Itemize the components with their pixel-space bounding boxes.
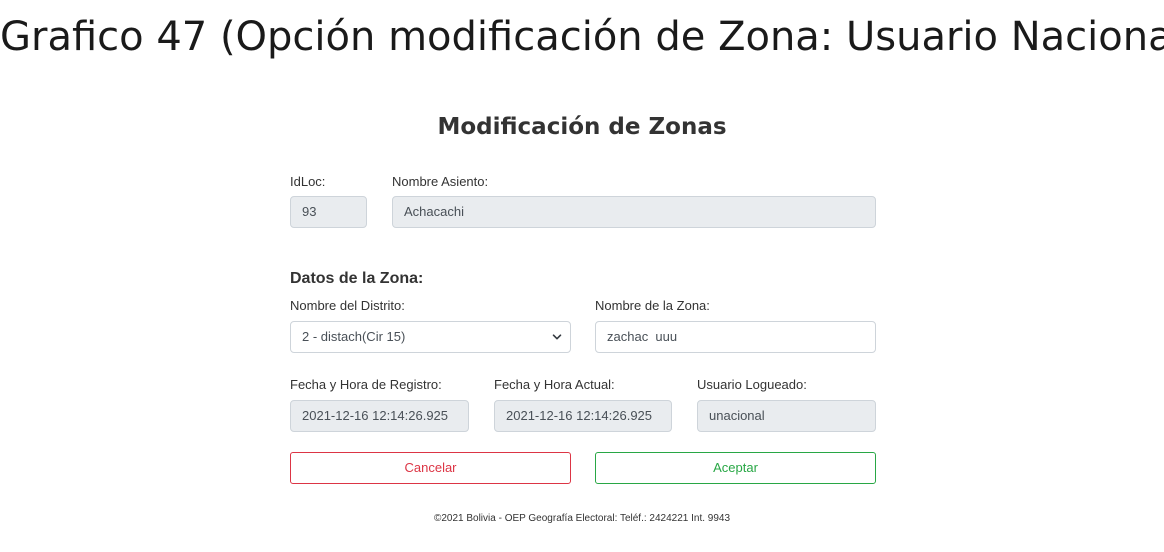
nombre-asiento-label: Nombre Asiento: bbox=[392, 174, 489, 189]
fecha-registro-field: 2021-12-16 12:14:26.925 bbox=[290, 400, 469, 432]
distrito-label: Nombre del Distrito: bbox=[290, 298, 405, 313]
cancel-button[interactable]: Cancelar bbox=[290, 452, 571, 484]
section-title-datos-zona: Datos de la Zona: bbox=[290, 270, 424, 287]
chevron-down-icon bbox=[552, 334, 562, 340]
usuario-field: unacional bbox=[697, 400, 876, 432]
idloc-label: IdLoc: bbox=[290, 174, 326, 189]
distrito-select[interactable]: 2 - distach(Cir 15) bbox=[290, 321, 571, 353]
nombre-asiento-field: Achacachi bbox=[392, 196, 876, 228]
page-title: Modificación de Zonas bbox=[437, 114, 727, 140]
fecha-actual-field: 2021-12-16 12:14:26.925 bbox=[494, 400, 672, 432]
document-caption: Grafico 47 (Opción modificación de Zona:… bbox=[0, 14, 1164, 60]
zona-input[interactable]: zachac uuu bbox=[595, 321, 876, 353]
footer-text: ©2021 Bolivia - OEP Geografía Electoral:… bbox=[433, 513, 731, 524]
distrito-selected-value: 2 - distach(Cir 15) bbox=[302, 329, 406, 344]
zona-label: Nombre de la Zona: bbox=[595, 298, 710, 313]
usuario-label: Usuario Logueado: bbox=[697, 377, 807, 392]
idloc-field: 93 bbox=[290, 196, 367, 228]
fecha-registro-label: Fecha y Hora de Registro: bbox=[290, 377, 442, 392]
fecha-actual-label: Fecha y Hora Actual: bbox=[494, 377, 615, 392]
accept-button[interactable]: Aceptar bbox=[595, 452, 876, 484]
